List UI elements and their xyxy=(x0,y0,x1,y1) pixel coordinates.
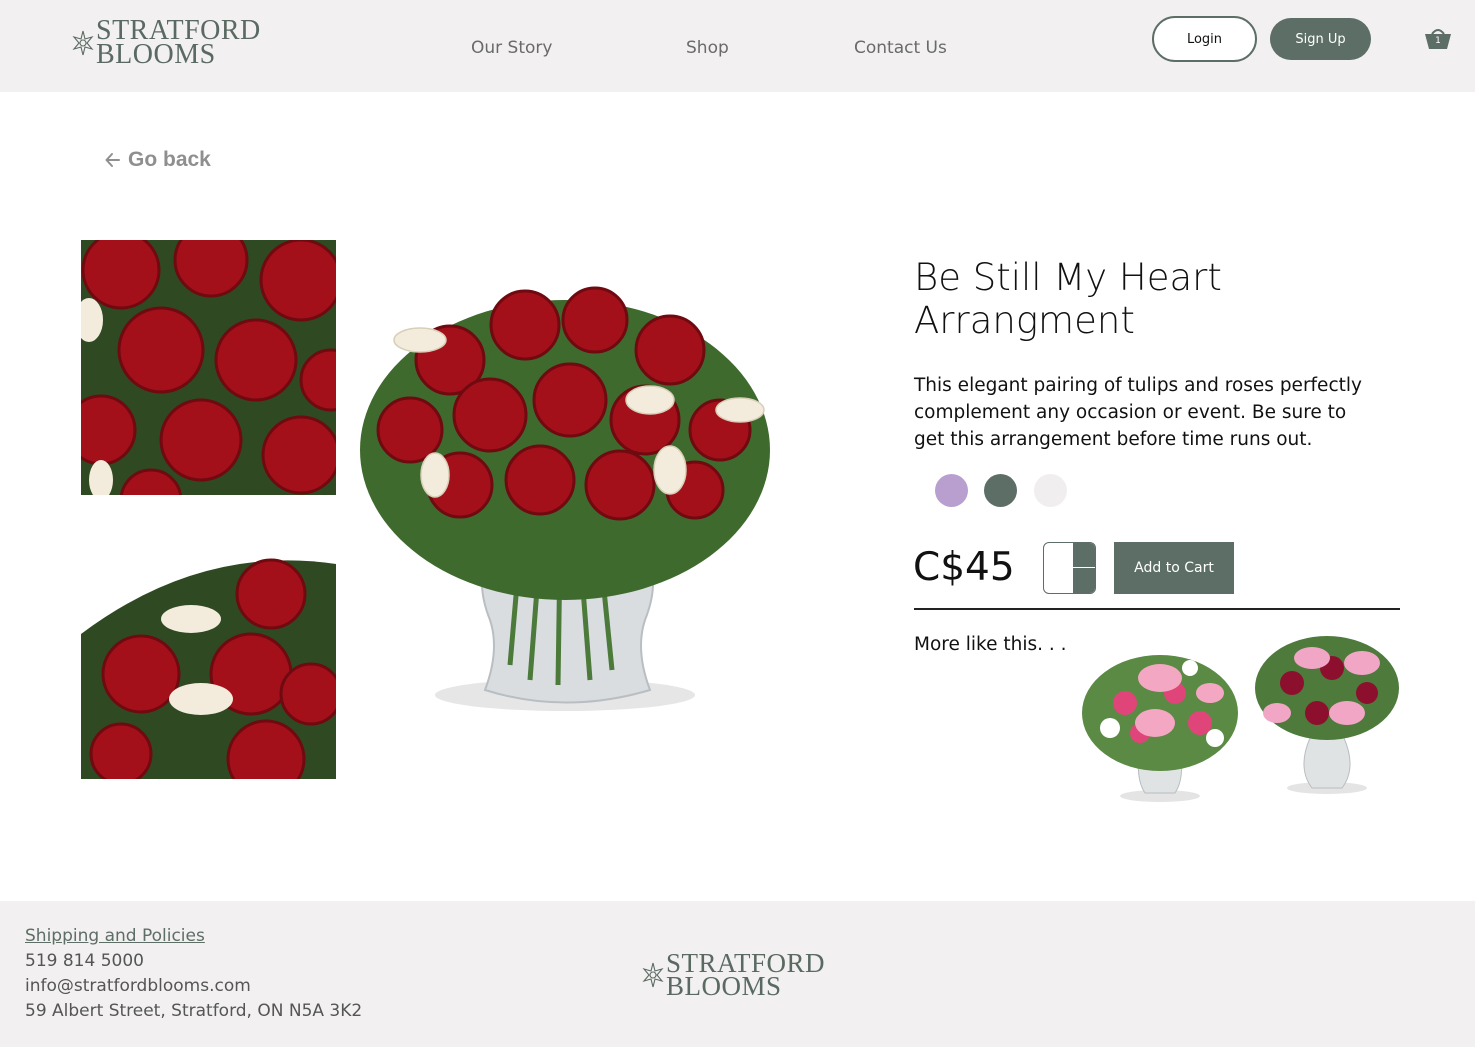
go-back-label: Go back xyxy=(128,148,211,171)
section-divider xyxy=(914,608,1400,610)
site-header: STRATFORD BLOOMS Our Story Shop Contact … xyxy=(0,0,1475,92)
quantity-value[interactable] xyxy=(1044,543,1073,593)
bouquet-vase-image xyxy=(360,286,770,711)
product-description: This elegant pairing of tulips and roses… xyxy=(914,375,1362,450)
product-main-image xyxy=(350,240,780,780)
more-like-this-label: More like this. . . xyxy=(914,634,1067,655)
brand-name-line2: BLOOMS xyxy=(96,39,216,71)
cart-count-badge: 1 xyxy=(1435,36,1441,46)
footer-brand-logo[interactable]: STRATFORD BLOOMS xyxy=(642,949,825,1002)
shipping-policies-link[interactable]: Shipping and Policies xyxy=(25,926,205,946)
flower-logo-icon xyxy=(72,30,94,56)
color-swatch-lavender[interactable] xyxy=(935,474,968,507)
pink-lily-bouquet-image xyxy=(1082,655,1238,802)
color-swatch-white[interactable] xyxy=(1034,474,1067,507)
product-title-line1: Be Still My Heart xyxy=(914,256,1222,299)
roses-closeup-image xyxy=(81,240,336,495)
color-swatch-sage[interactable] xyxy=(984,474,1017,507)
footer-brand-name-line2: BLOOMS xyxy=(666,971,782,1002)
recommendation-item[interactable] xyxy=(1080,628,1238,824)
product-thumbnail-roses-closeup[interactable] xyxy=(81,240,336,495)
product-thumbnail-roses-side[interactable] xyxy=(81,524,336,779)
nav-our-story[interactable]: Our Story xyxy=(471,38,552,58)
quantity-decrease-button[interactable] xyxy=(1073,568,1095,593)
quantity-increase-button[interactable] xyxy=(1073,543,1095,568)
quantity-steps xyxy=(1073,543,1095,593)
nav-contact-us[interactable]: Contact Us xyxy=(854,38,947,58)
pink-rose-lily-vase-image xyxy=(1255,636,1399,794)
login-button[interactable]: Login xyxy=(1152,16,1257,62)
roses-side-image xyxy=(81,524,336,779)
quantity-stepper[interactable] xyxy=(1043,542,1096,594)
cart-button[interactable]: 1 xyxy=(1422,24,1454,54)
footer-phone: 519 814 5000 xyxy=(25,951,144,971)
flower-logo-icon xyxy=(642,963,664,988)
add-to-cart-button[interactable]: Add to Cart xyxy=(1114,542,1234,594)
product-title: Be Still My Heart Arrangment xyxy=(914,256,1354,342)
footer-email: info@stratfordblooms.com xyxy=(25,976,251,996)
recommendation-item[interactable] xyxy=(1252,628,1402,804)
arrow-left-icon xyxy=(105,153,120,167)
product-title-line2: Arrangment xyxy=(914,299,1135,342)
footer-address: 59 Albert Street, Stratford, ON N5A 3K2 xyxy=(25,1001,363,1021)
product-price: C$45 xyxy=(913,545,1015,590)
nav-shop[interactable]: Shop xyxy=(686,38,729,58)
brand-logo[interactable]: STRATFORD BLOOMS xyxy=(72,16,261,71)
signup-button[interactable]: Sign Up xyxy=(1270,18,1371,60)
go-back-link[interactable]: Go back xyxy=(104,148,211,172)
